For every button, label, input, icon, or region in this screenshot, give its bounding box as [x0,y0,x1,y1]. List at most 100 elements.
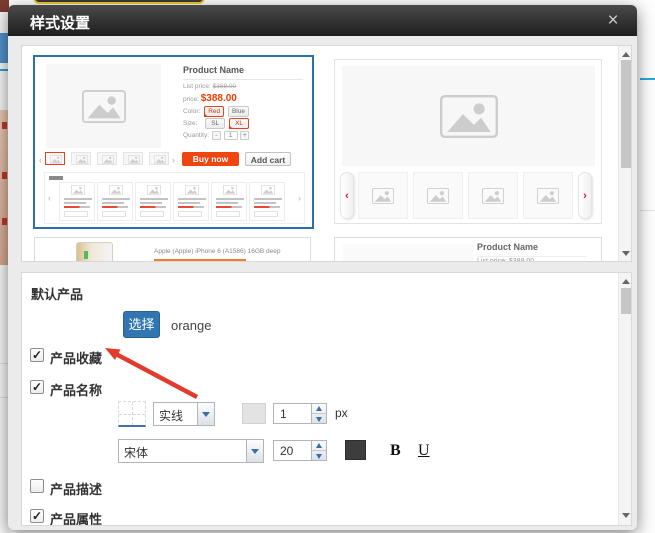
color-option-blue[interactable]: Blue [228,106,249,117]
thumbnail[interactable] [71,152,91,165]
scrollbar-thumb[interactable] [621,60,631,168]
preview-main-image-placeholder [342,66,595,166]
dialog-title: 样式设置 [30,12,90,33]
close-icon[interactable]: × [602,10,624,32]
preview-list-price: List price: $388.00 [477,258,534,262]
related-prev-icon[interactable]: ‹ [48,193,51,203]
carousel-next-button[interactable]: › [578,172,592,219]
font-family-dropdown[interactable]: 宋体 [118,439,264,463]
checkbox-product-name[interactable]: ✓ [30,380,44,394]
dropdown-arrow-icon[interactable] [246,440,263,462]
font-size-input[interactable]: 20 [273,440,312,461]
related-product-card[interactable] [97,182,133,221]
image-placeholder-icon [50,155,62,164]
template-option-1-selected[interactable]: Product Name List price: $388.00 price: … [33,55,314,229]
template-option-3[interactable]: Apple (Apple) iPhone 6 (A1586) 16GB deep [34,237,311,262]
related-next-icon[interactable]: › [298,193,301,203]
checkbox-product-attributes[interactable]: ✓ [30,509,44,523]
thumbs-prev-icon[interactable]: ‹ [39,155,42,165]
settings-scrollbar[interactable] [618,273,632,525]
gallery-scrollbar[interactable] [618,46,632,261]
thumbnail[interactable] [358,172,408,219]
scroll-up-icon[interactable] [619,275,632,287]
image-placeholder-icon [147,185,161,195]
quantity-plus-button[interactable]: + [240,131,249,140]
spinner-up-icon[interactable] [312,404,326,414]
related-product-card[interactable] [249,182,285,221]
scroll-down-icon[interactable] [619,247,632,259]
image-placeholder-icon [482,188,504,204]
image-placeholder-icon [261,185,275,195]
scrollbar-thumb[interactable] [621,288,631,314]
template-option-4[interactable]: Product Name List price: $388.00 [334,237,602,262]
checkbox-label-product-favorite: 产品收藏 [50,348,102,367]
background-highlighted-element [33,0,205,4]
border-position-selector[interactable] [118,401,146,427]
checkbox-label-product-description: 产品描述 [50,479,102,498]
template-option-2[interactable]: ‹ › [334,59,602,224]
thumbnail[interactable] [413,172,463,219]
image-placeholder-icon [128,155,140,164]
preview-quantity-row: Quantity: - 1 + [183,131,249,140]
underline-button[interactable]: U [418,442,430,460]
scroll-up-icon[interactable] [619,48,632,60]
border-color-swatch[interactable] [242,403,266,424]
style-settings-dialog: 样式设置 × Product Name List price: $388.00 … [8,5,637,530]
spinner-down-icon[interactable] [312,451,326,461]
image-placeholder-icon [154,155,166,164]
screen: 样式设置 × Product Name List price: $388.00 … [0,0,655,533]
related-product-card[interactable] [173,182,209,221]
thumbnail[interactable] [468,172,518,219]
size-option-xl[interactable]: XL [229,118,249,129]
thumbnail-strip: ‹› [39,150,175,168]
checkbox-label-product-attributes: 产品属性 [50,509,102,526]
product-title: Apple (Apple) iPhone 6 (A1586) 16GB deep [154,248,280,255]
size-option-sl[interactable]: SL [205,118,225,129]
checkbox-product-favorite[interactable]: ✓ [30,348,44,362]
template-gallery-panel: Product Name List price: $388.00 price: … [21,45,632,262]
select-product-button[interactable]: 选择 [123,311,160,338]
border-width-spinner[interactable] [312,403,327,424]
preview-color-row: Color: Red Blue [183,106,249,117]
image-placeholder-icon [440,95,498,138]
scroll-down-icon[interactable] [619,509,632,521]
border-style-dropdown[interactable]: 实线 [153,402,215,426]
image-placeholder-icon [71,185,85,195]
style-options-panel: 默认产品 选择 orange ✓ 产品收藏 ✓ 产品名称 实线 1 px 宋体 [21,272,632,526]
px-unit-label: px [335,406,348,420]
checkbox-product-description[interactable] [30,479,44,493]
border-width-input[interactable]: 1 [273,403,312,424]
preview-price-value: $388.00 [201,93,237,104]
related-products-strip: ‹ › [44,172,305,224]
thumbnail-selected[interactable] [45,152,65,165]
image-placeholder-icon [372,188,394,204]
thumbnail[interactable] [149,152,169,165]
product-photo-iphone [76,242,113,262]
dropdown-arrow-icon[interactable] [197,403,214,425]
image-placeholder-icon [102,155,114,164]
checkbox-label-product-name: 产品名称 [50,380,102,399]
related-product-card[interactable] [59,182,95,221]
spinner-down-icon[interactable] [312,414,326,424]
carousel-prev-button[interactable]: ‹ [340,172,354,219]
thumbnail[interactable] [123,152,143,165]
quantity-minus-button[interactable]: - [212,131,221,140]
thumbnail[interactable] [523,172,573,219]
font-color-swatch[interactable] [345,440,366,460]
thumbnail[interactable] [97,152,117,165]
spinner-up-icon[interactable] [312,441,326,451]
image-placeholder-icon [185,185,199,195]
related-product-card[interactable] [135,182,171,221]
preview-size-row: Size: SL XL [183,118,249,129]
font-size-spinner[interactable] [312,440,327,461]
color-option-red[interactable]: Red [204,106,224,117]
image-placeholder-icon [223,185,237,195]
thumbs-next-icon[interactable]: › [172,155,175,165]
border-style-value: 实线 [154,403,197,425]
related-product-card[interactable] [211,182,247,221]
image-placeholder-icon [109,185,123,195]
bold-button[interactable]: B [390,442,401,460]
buy-now-button[interactable]: Buy now [182,152,239,166]
chevron-right-icon: › [583,190,587,202]
add-cart-button[interactable]: Add cart [245,152,291,166]
